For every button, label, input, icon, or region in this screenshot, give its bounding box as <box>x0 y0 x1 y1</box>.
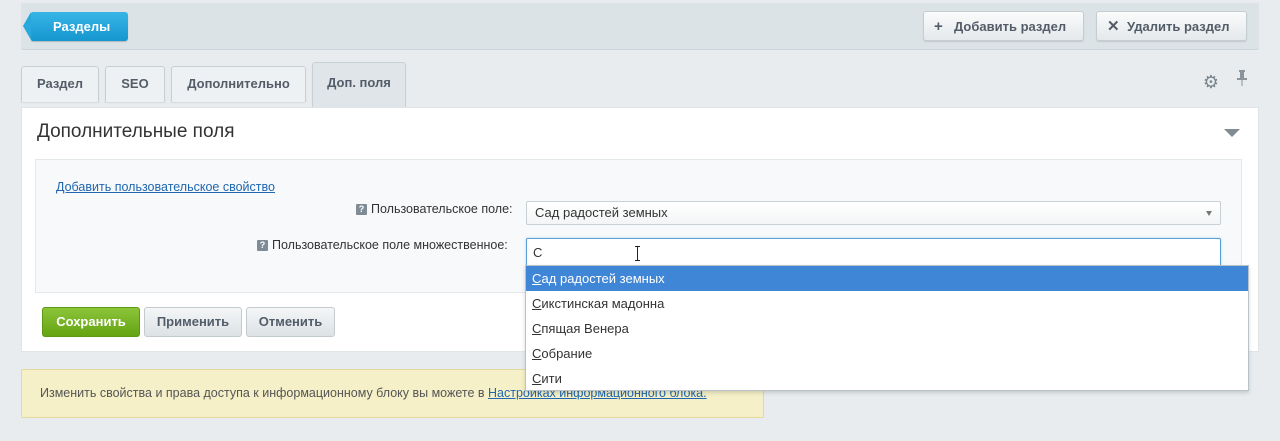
tab-extra-fields[interactable]: Доп. поля <box>312 62 406 108</box>
tab-additional[interactable]: Дополнительно <box>171 66 306 102</box>
triangle-down-icon[interactable] <box>1224 129 1240 137</box>
tabs-bar: Раздел SEO Дополнительно Доп. поля ⚙ <box>21 62 1259 108</box>
list-item[interactable]: Сити <box>526 366 1248 391</box>
multiple-field-input[interactable]: С <box>526 238 1221 268</box>
user-field-select[interactable]: Сад радостей земных <box>526 201 1221 225</box>
plus-icon: + <box>934 18 943 35</box>
save-button[interactable]: Сохранить <box>42 307 140 337</box>
sections-button[interactable]: Разделы <box>22 12 129 41</box>
list-item[interactable]: Спящая Венера <box>526 316 1248 341</box>
panel-title: Дополнительные поля <box>37 121 235 142</box>
tab-section[interactable]: Раздел <box>21 66 99 102</box>
field1-label: ? Пользовательское поле: <box>356 202 513 216</box>
close-icon: ✕ <box>1107 18 1120 35</box>
autocomplete-dropdown: Сад радостей земных Сикстинская мадонна … <box>525 265 1249 391</box>
list-item[interactable]: Сад радостей земных <box>526 266 1248 291</box>
list-item[interactable]: Сикстинская мадонна <box>526 291 1248 316</box>
tab-seo[interactable]: SEO <box>105 66 165 102</box>
pin-icon[interactable] <box>1237 70 1247 91</box>
chevron-down-icon <box>1206 211 1212 216</box>
cancel-button[interactable]: Отменить <box>246 307 335 337</box>
apply-button[interactable]: Применить <box>144 307 242 337</box>
help-icon[interactable]: ? <box>257 240 268 251</box>
add-property-link[interactable]: Добавить пользовательское свойство <box>56 180 275 194</box>
text-cursor-icon <box>635 246 641 261</box>
delete-section-button[interactable]: ✕ Удалить раздел <box>1096 11 1247 41</box>
list-item[interactable]: Собрание <box>526 341 1248 366</box>
add-section-button[interactable]: + Добавить раздел <box>923 11 1084 41</box>
field2-label: ? Пользовательское поле множественное: <box>257 238 508 252</box>
top-toolbar: Разделы + Добавить раздел ✕ Удалить разд… <box>21 3 1259 50</box>
help-icon[interactable]: ? <box>356 204 367 215</box>
gear-icon[interactable]: ⚙ <box>1203 72 1219 93</box>
